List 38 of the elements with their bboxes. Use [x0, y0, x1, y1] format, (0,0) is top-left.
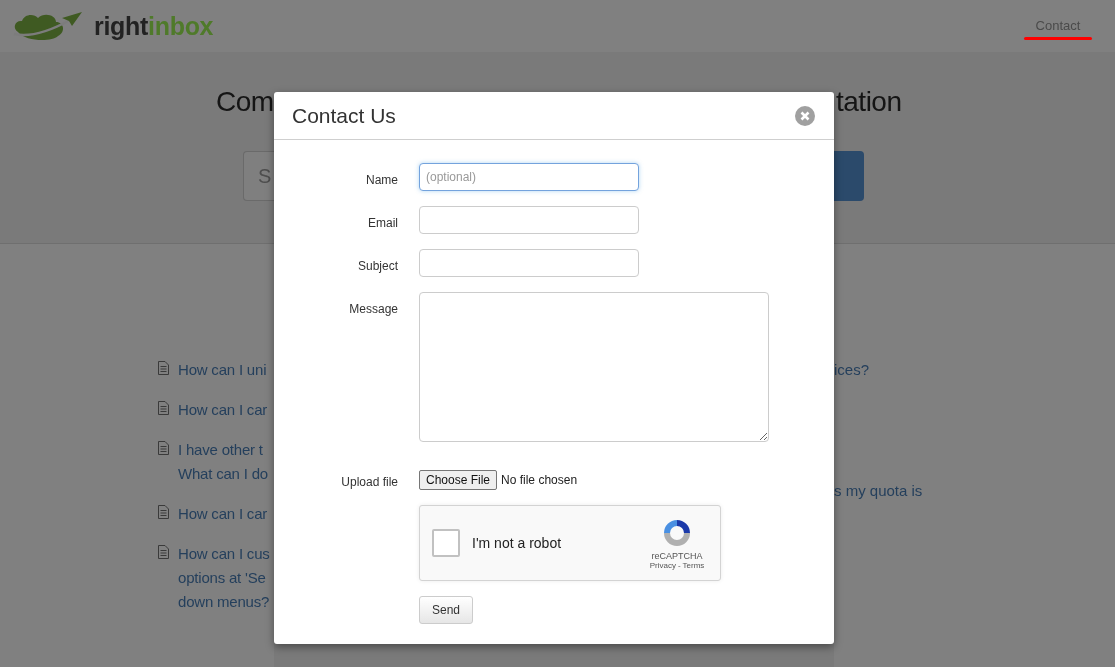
close-icon [795, 105, 815, 126]
file-status: No file chosen [501, 473, 578, 487]
article-link[interactable]: s my quota is [834, 479, 1115, 503]
cloud-plane-icon [12, 10, 84, 42]
document-icon [157, 361, 170, 375]
checkbox[interactable] [432, 529, 460, 557]
dialog-title: Contact Us [292, 103, 396, 128]
article-link[interactable]: How can I uni [178, 358, 267, 382]
article-link[interactable]: ices? [834, 244, 872, 382]
article-link[interactable]: How can I car [178, 398, 268, 422]
message-field[interactable] [419, 292, 769, 442]
captcha-label: I'm not a robot [472, 535, 563, 551]
input-field[interactable]: (optional) [419, 163, 639, 191]
send-button[interactable]: Send [419, 596, 474, 624]
page-heading: tation [835, 85, 903, 119]
field-label: Upload file [341, 475, 398, 489]
field-label: Subject [357, 259, 398, 273]
captcha-brand: reCAPTCHA [651, 550, 703, 561]
field-label: Email [368, 216, 398, 230]
article-link[interactable]: How can I car [178, 502, 268, 526]
page-heading: Com [216, 85, 274, 119]
logo-text: rightinbox [94, 11, 214, 41]
terms-link[interactable]: Terms [682, 560, 705, 570]
privacy-link[interactable]: Privacy [649, 560, 676, 570]
field-label: Message [349, 302, 398, 316]
article-link[interactable]: I have other t What can I do [178, 438, 268, 486]
search-button[interactable] [834, 151, 864, 201]
document-icon [157, 505, 170, 519]
document-icon [157, 401, 170, 415]
input-field[interactable] [419, 206, 639, 234]
article-link[interactable]: How can I cus options at 'Se down menus? [178, 542, 270, 614]
close-button[interactable] [795, 105, 815, 126]
field-label: Name [366, 173, 398, 187]
choose-file-button[interactable]: Choose File [419, 470, 498, 490]
document-icon [157, 545, 170, 559]
input-field[interactable] [419, 249, 639, 277]
document-icon [157, 441, 170, 455]
separator-text: - [677, 560, 681, 570]
